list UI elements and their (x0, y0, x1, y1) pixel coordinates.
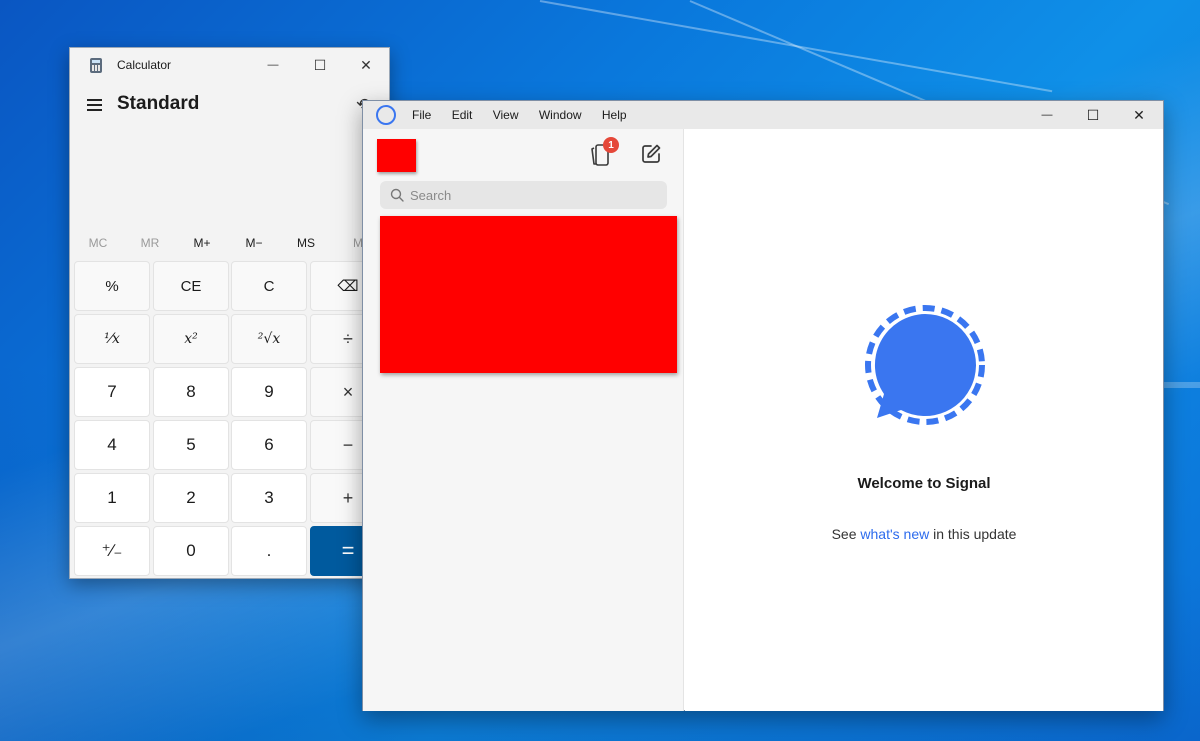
maximize-icon: ☐ (313, 56, 327, 73)
percent-button[interactable]: % (74, 261, 150, 311)
close-icon: ✕ (360, 56, 372, 73)
minimize-icon: — (267, 59, 279, 71)
calculator-window-title: Calculator (117, 58, 172, 72)
digit-6-button[interactable]: 6 (231, 420, 307, 470)
digit-8-button[interactable]: 8 (153, 367, 229, 417)
square-icon: x² (184, 331, 198, 347)
signal-titlebar[interactable]: File Edit View Window Help — ☐ ✕ (363, 101, 1163, 129)
memory-add-button[interactable]: M+ (176, 236, 228, 250)
close-icon: ✕ (1133, 106, 1145, 123)
minimize-icon: — (1041, 109, 1053, 121)
clear-entry-button[interactable]: CE (153, 261, 229, 311)
clear-button[interactable]: C (231, 261, 307, 311)
digit-4-button[interactable]: 4 (74, 420, 150, 470)
square-button[interactable]: x² (153, 314, 229, 364)
welcome-title: Welcome to Signal (857, 475, 991, 492)
reciprocal-icon: ⅟x (104, 331, 120, 347)
digit-0-button[interactable]: 0 (153, 526, 229, 576)
calculator-titlebar[interactable]: Calculator — ☐ ✕ (70, 48, 389, 82)
whats-new-link[interactable]: what's new (860, 526, 929, 542)
minimize-button[interactable]: — (250, 48, 296, 82)
square-root-icon: ²√x (257, 331, 281, 347)
whats-new-text: See what's new in this update (685, 526, 1163, 542)
square-root-button[interactable]: ²√x (231, 314, 307, 364)
signal-menu-bar: File Edit View Window Help (412, 108, 644, 122)
whats-new-suffix: in this update (929, 526, 1017, 542)
whats-new-prefix: See (831, 526, 861, 542)
digit-3-button[interactable]: 3 (231, 473, 307, 523)
signal-window: File Edit View Window Help — ☐ ✕ 1 Searc… (362, 100, 1164, 711)
calculator-mode-title: Standard (117, 93, 200, 114)
desktop-light-ray (1160, 382, 1200, 388)
profile-avatar-redacted[interactable] (377, 139, 416, 172)
conversation-sidebar: 1 (363, 129, 684, 711)
reciprocal-button[interactable]: ⅟x (74, 314, 150, 364)
signal-logo-icon (376, 105, 396, 125)
signal-chat-bubble-icon (865, 305, 985, 425)
digit-5-button[interactable]: 5 (153, 420, 229, 470)
hamburger-menu-icon[interactable] (87, 99, 102, 111)
calculator-window: Calculator — ☐ ✕ Standard ⟲ 0 MC MR M+ M… (69, 47, 413, 579)
compose-icon[interactable] (640, 143, 662, 165)
menu-window[interactable]: Window (539, 108, 582, 122)
digit-1-button[interactable]: 1 (74, 473, 150, 523)
search-icon (390, 188, 404, 202)
memory-clear-button[interactable]: MC (72, 236, 124, 250)
stories-badge: 1 (603, 137, 619, 153)
menu-view[interactable]: View (493, 108, 519, 122)
calculator-app-icon (90, 58, 102, 73)
decimal-button[interactable]: . (231, 526, 307, 576)
close-button[interactable]: ✕ (343, 48, 389, 82)
signal-maximize-button[interactable]: ☐ (1070, 101, 1116, 129)
memory-row: MC MR M+ M− MS M (72, 236, 392, 258)
maximize-icon: ☐ (1086, 106, 1100, 123)
maximize-button[interactable]: ☐ (297, 48, 343, 82)
signal-welcome-pane: Welcome to Signal See what's new in this… (685, 129, 1163, 711)
memory-recall-button[interactable]: MR (124, 236, 176, 250)
negate-button[interactable]: ⁺∕₋ (74, 526, 150, 576)
menu-file[interactable]: File (412, 108, 431, 122)
menu-edit[interactable]: Edit (452, 108, 473, 122)
backspace-icon: ⌫ (337, 278, 359, 295)
conversation-list-redacted[interactable] (380, 216, 677, 373)
memory-store-button[interactable]: MS (280, 236, 332, 250)
digit-9-button[interactable]: 9 (231, 367, 307, 417)
signal-close-button[interactable]: ✕ (1116, 101, 1162, 129)
search-input[interactable] (380, 181, 667, 209)
memory-subtract-button[interactable]: M− (228, 236, 280, 250)
digit-2-button[interactable]: 2 (153, 473, 229, 523)
signal-minimize-button[interactable]: — (1024, 101, 1070, 129)
digit-7-button[interactable]: 7 (74, 367, 150, 417)
menu-help[interactable]: Help (602, 108, 627, 122)
